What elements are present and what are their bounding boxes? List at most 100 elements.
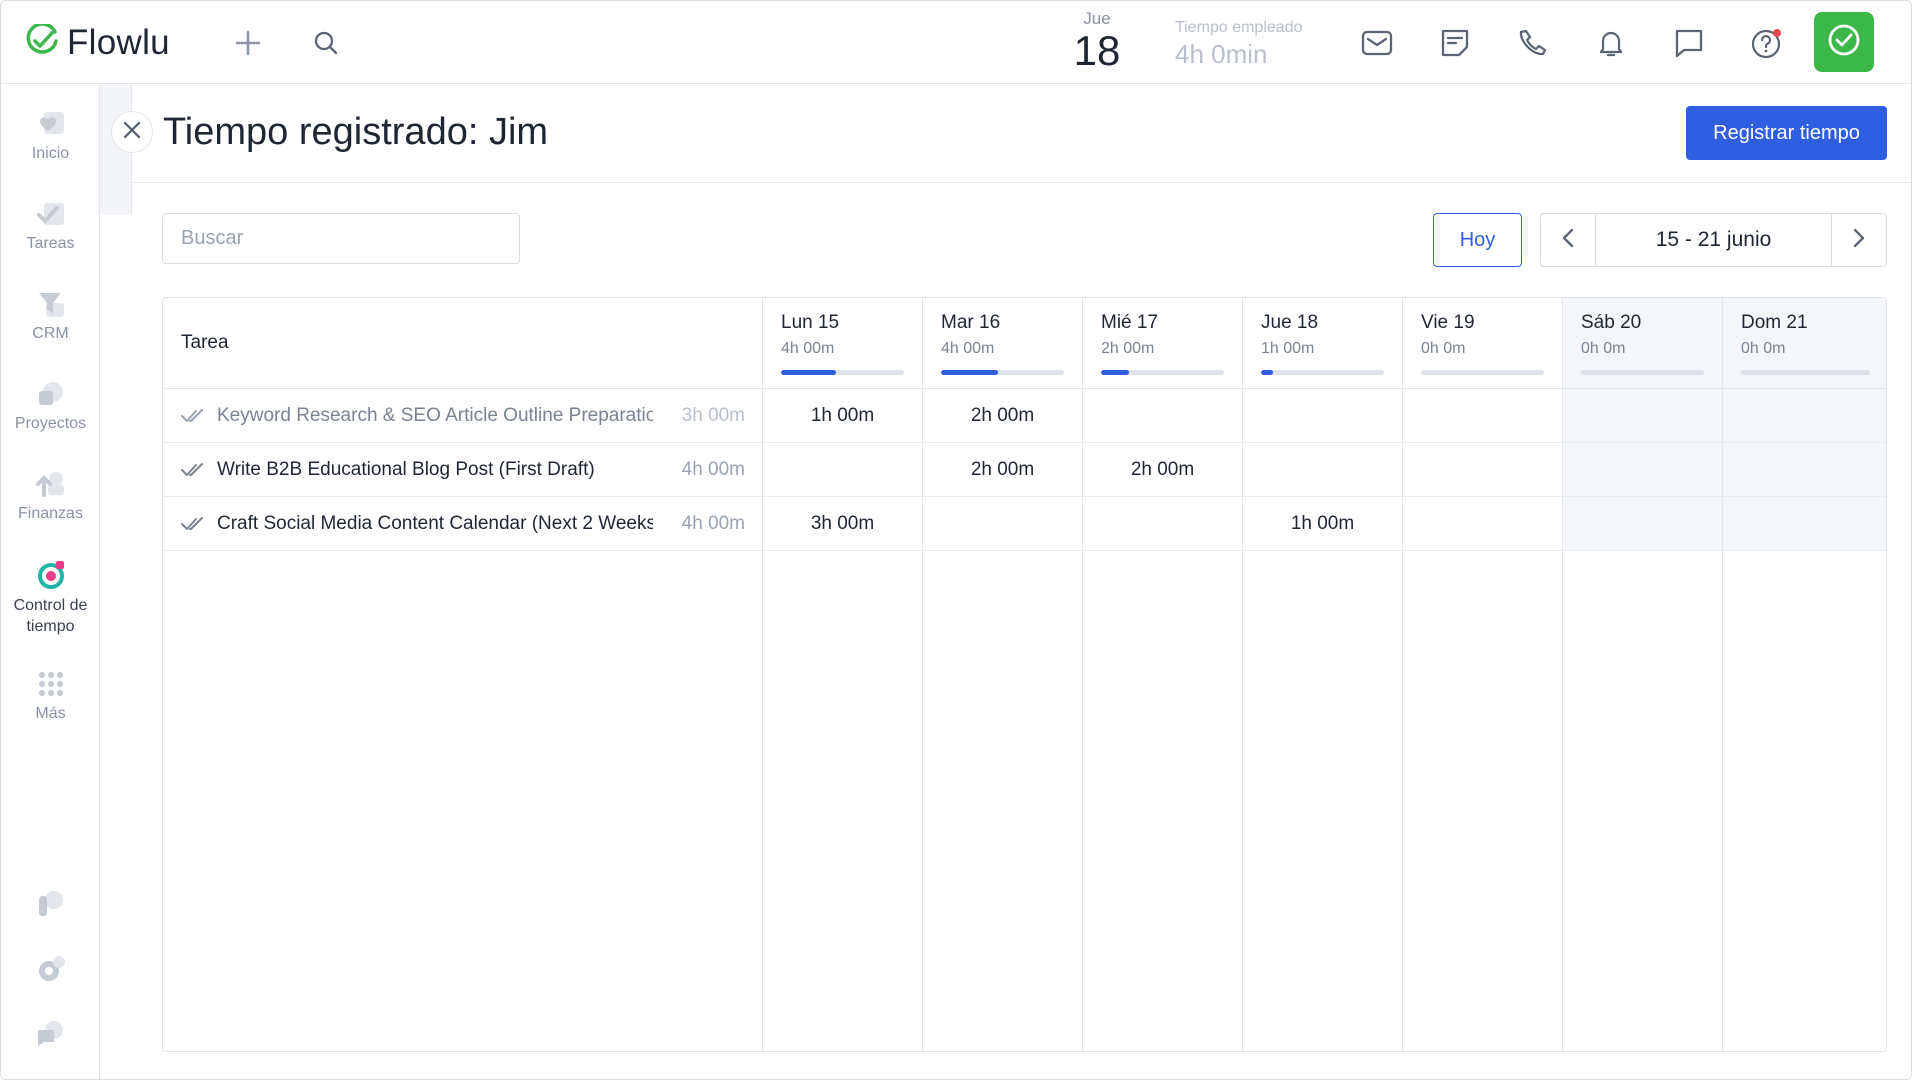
quick-task-button[interactable] (1814, 12, 1874, 72)
time-cell[interactable] (1403, 497, 1562, 551)
search-input[interactable] (162, 213, 520, 264)
previous-week-button[interactable] (1541, 214, 1596, 266)
time-cell[interactable] (1723, 389, 1886, 443)
help-icon[interactable] (1749, 25, 1785, 61)
time-cell[interactable] (1563, 443, 1722, 497)
sidebar-item-inicio[interactable]: Inicio (1, 107, 100, 163)
day-name: Lun 15 (781, 312, 840, 333)
time-cell[interactable] (1563, 389, 1722, 443)
day-progress-bar (1101, 370, 1224, 375)
time-cell[interactable]: 3h 00m (763, 497, 922, 551)
time-spent-value: 4h 0min (1175, 39, 1268, 69)
time-cell[interactable]: 1h 00m (763, 389, 922, 443)
day-name: Mié 17 (1101, 312, 1159, 333)
day-total: 0h 0m (1421, 340, 1466, 357)
add-icon[interactable] (230, 25, 266, 61)
notes-icon[interactable] (1437, 25, 1473, 61)
time-cell[interactable] (923, 497, 1082, 551)
day-progress-fill (1261, 370, 1274, 375)
task-row-item[interactable]: Craft Social Media Content Calendar (Nex… (163, 497, 763, 551)
day-progress-bar (1261, 370, 1384, 375)
time-cell[interactable] (1083, 497, 1242, 551)
current-date-day: 18 (1073, 27, 1121, 74)
day-column: Dom 21 0h 0m (1723, 298, 1886, 1051)
time-cell[interactable] (1083, 389, 1242, 443)
chevron-right-icon (1852, 228, 1866, 253)
mail-icon[interactable] (1359, 25, 1395, 61)
day-header: Sáb 20 0h 0m (1563, 298, 1722, 389)
time-cell[interactable]: 2h 00m (923, 389, 1082, 443)
day-column: Sáb 20 0h 0m (1563, 298, 1723, 1051)
sidebar-item-tareas[interactable]: Tareas (1, 197, 100, 253)
task-total: 4h 00m (681, 513, 745, 534)
day-progress-fill (781, 370, 837, 375)
sidebar-item-label: Más (35, 705, 66, 722)
sidebar-settings-button[interactable] (1, 952, 100, 990)
day-header: Mar 16 4h 00m (923, 298, 1082, 389)
sidebar-item-label: Inicio (31, 145, 70, 162)
time-cell[interactable] (1723, 443, 1886, 497)
date-range-label[interactable]: 15 - 21 junio (1596, 214, 1831, 266)
time-spent[interactable]: Tiempo empleado 4h 0min (1175, 19, 1302, 70)
chat-icon[interactable] (1671, 25, 1707, 61)
day-name: Sáb 20 (1581, 312, 1642, 333)
sidebar-item-finanzas[interactable]: Finanzas (1, 467, 100, 523)
time-cell[interactable] (1403, 443, 1562, 497)
sidebar-item-control-de-tiempo[interactable]: Control de tiempo (1, 557, 100, 637)
brand-name: Flowlu (67, 23, 170, 62)
sidebar-item-label: Control de tiempo (13, 597, 88, 635)
time-cell[interactable]: 2h 00m (1083, 443, 1242, 497)
day-name: Vie 19 (1421, 312, 1475, 333)
date-range-picker: 15 - 21 junio (1540, 213, 1887, 267)
day-progress-fill (941, 370, 998, 375)
tasks-icon (34, 197, 68, 231)
sidebar-item-label: Tareas (26, 235, 75, 252)
task-name[interactable]: Write B2B Educational Blog Post (First D… (217, 459, 653, 481)
time-cell[interactable]: 1h 00m (1243, 497, 1402, 551)
day-name: Jue 18 (1261, 312, 1319, 333)
app-store-icon (34, 887, 68, 921)
close-panel-button[interactable] (111, 111, 153, 153)
time-cell[interactable] (1723, 497, 1886, 551)
timer-icon (34, 557, 68, 591)
grid-dots-icon (34, 667, 68, 701)
sidebar-support-button[interactable] (1, 1017, 100, 1055)
day-total: 0h 0m (1741, 340, 1786, 357)
day-total: 0h 0m (1581, 340, 1626, 357)
today-button[interactable]: Hoy (1433, 213, 1522, 267)
task-column-header: Tarea (163, 298, 763, 389)
current-date-weekday: Jue (1083, 9, 1111, 28)
day-progress-bar (1741, 370, 1870, 375)
flowlu-logo-icon (25, 21, 59, 63)
home-icon (34, 107, 68, 141)
day-progress-bar (941, 370, 1064, 375)
time-cell[interactable] (1243, 443, 1402, 497)
day-progress-fill (1101, 370, 1130, 375)
bell-icon[interactable] (1593, 25, 1629, 61)
sidebar: Inicio Tareas CRM Proyectos Finanzas Con… (1, 85, 100, 1079)
task-row-item[interactable]: Keyword Research & SEO Article Outline P… (163, 389, 763, 443)
day-progress-bar (1581, 370, 1704, 375)
task-name[interactable]: Craft Social Media Content Calendar (Nex… (217, 513, 653, 535)
phone-icon[interactable] (1515, 25, 1551, 61)
time-cell[interactable] (1403, 389, 1562, 443)
sidebar-item-mas[interactable]: Más (1, 667, 100, 723)
time-cell[interactable] (1563, 497, 1722, 551)
sidebar-item-crm[interactable]: CRM (1, 287, 100, 343)
task-row-item[interactable]: Write B2B Educational Blog Post (First D… (163, 443, 763, 497)
register-time-button[interactable]: Registrar tiempo (1686, 106, 1887, 160)
time-cell[interactable] (1243, 389, 1402, 443)
time-cell[interactable] (763, 443, 922, 497)
sidebar-apps-button[interactable] (1, 887, 100, 925)
logo[interactable]: Flowlu (25, 21, 170, 63)
support-chat-icon (34, 1017, 68, 1051)
task-name[interactable]: Keyword Research & SEO Article Outline P… (217, 405, 653, 427)
check-circle-icon (1827, 23, 1861, 62)
time-cell[interactable]: 2h 00m (923, 443, 1082, 497)
next-week-button[interactable] (1831, 214, 1886, 266)
day-column: Mar 16 4h 00m 2h 00m 2h 00m (923, 298, 1083, 1051)
search-icon[interactable] (308, 25, 344, 61)
time-spent-label: Tiempo empleado (1175, 19, 1303, 36)
gear-icon (34, 952, 68, 986)
sidebar-item-proyectos[interactable]: Proyectos (1, 377, 100, 433)
